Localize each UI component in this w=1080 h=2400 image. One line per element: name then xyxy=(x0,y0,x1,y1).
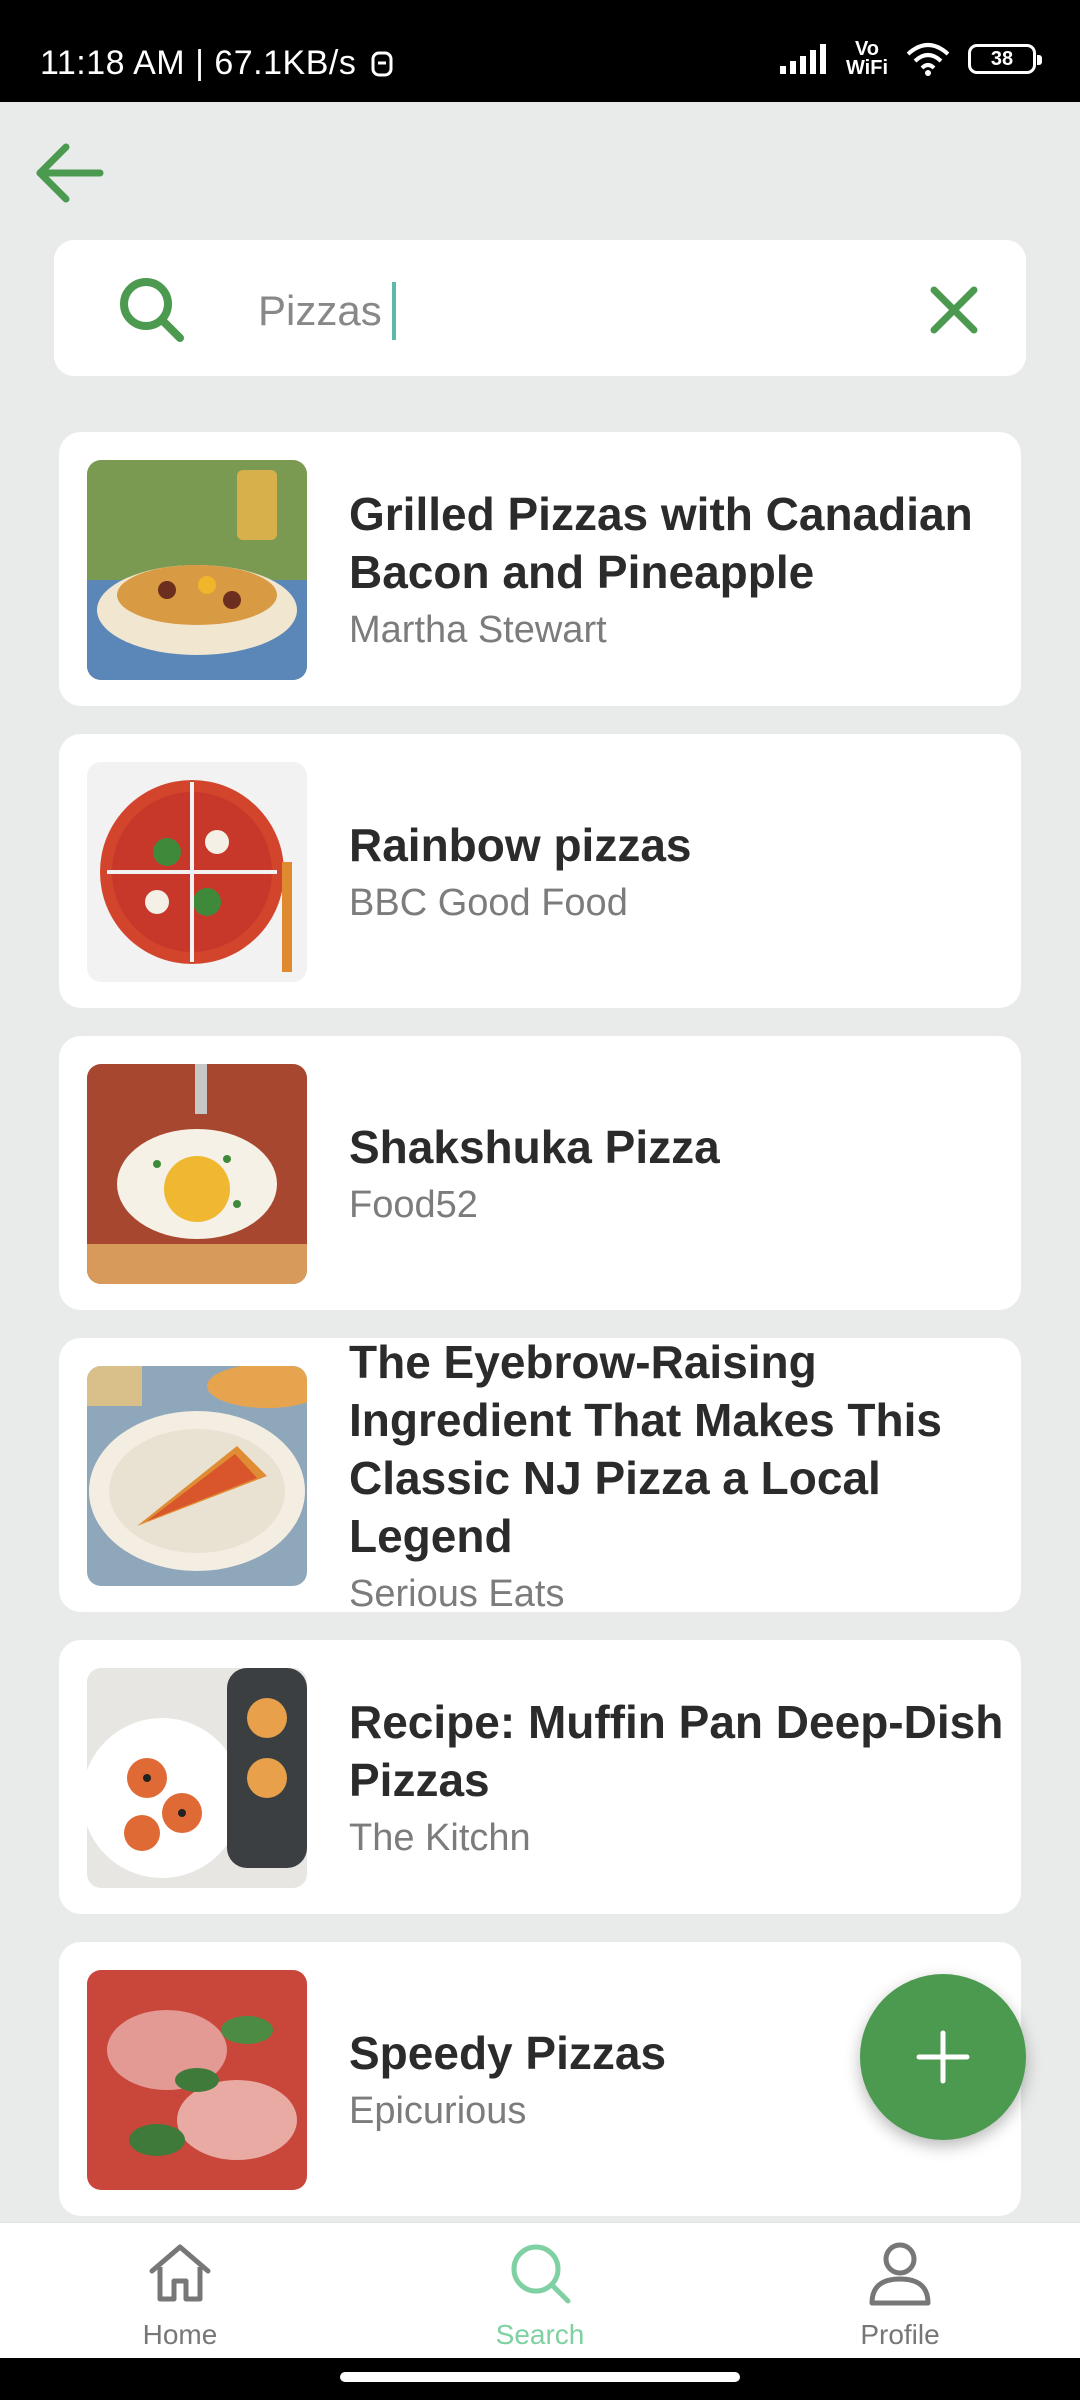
clear-search-button[interactable] xyxy=(924,280,984,340)
vowifi-indicator: Vo WiFi xyxy=(845,38,888,79)
signal-icon xyxy=(779,44,826,74)
result-title: Shakshuka Pizza xyxy=(349,1121,720,1173)
result-title: The Eyebrow-Raising Ingredient That Make… xyxy=(349,1338,942,1562)
nav-profile[interactable]: Profile xyxy=(800,2237,1000,2357)
recipe-thumbnail xyxy=(87,1366,307,1586)
search-input[interactable]: Pizzas xyxy=(258,282,396,340)
status-time-speed: 11:18 AM | 67.1KB/s xyxy=(40,44,357,82)
plus-icon xyxy=(916,2030,970,2084)
search-icon xyxy=(511,2244,571,2304)
nav-search-label: Search xyxy=(495,2319,585,2350)
status-bar: 11:18 AM | 67.1KB/s Vo WiFi 38 xyxy=(0,0,1080,102)
recipe-thumbnail xyxy=(87,762,307,982)
nav-profile-label: Profile xyxy=(860,2319,940,2350)
home-icon xyxy=(149,2244,211,2302)
result-card[interactable]: The Eyebrow-Raising Ingredient That Make… xyxy=(59,1338,1021,1612)
back-button[interactable] xyxy=(32,135,108,211)
recipe-thumbnail xyxy=(87,1970,307,2190)
result-card[interactable]: Rainbow pizzas BBC Good Food xyxy=(59,734,1021,1008)
add-recipe-button[interactable] xyxy=(860,1974,1026,2140)
close-icon xyxy=(930,286,978,334)
result-source: The Kitchn xyxy=(349,1817,531,1859)
search-bar[interactable]: Pizzas xyxy=(54,240,1026,376)
profile-icon xyxy=(869,2242,931,2306)
search-icon xyxy=(120,278,184,342)
recipe-thumbnail xyxy=(87,1668,307,1888)
status-right: Vo WiFi 38 xyxy=(779,38,1042,79)
result-source: Martha Stewart xyxy=(349,609,607,651)
status-left: 11:18 AM | 67.1KB/s xyxy=(40,44,394,83)
nav-home-label: Home xyxy=(142,2319,218,2350)
result-text: Shakshuka Pizza Food52 xyxy=(349,1036,1021,1310)
search-query: Pizzas xyxy=(258,287,382,334)
result-source: Food52 xyxy=(349,1184,478,1226)
nav-search[interactable]: Search xyxy=(440,2237,640,2357)
result-card[interactable]: Shakshuka Pizza Food52 xyxy=(59,1036,1021,1310)
result-source: BBC Good Food xyxy=(349,882,628,924)
home-indicator[interactable] xyxy=(340,2372,740,2382)
result-source: Serious Eats xyxy=(349,1573,565,1612)
text-cursor xyxy=(391,282,396,340)
nav-home[interactable]: Home xyxy=(80,2237,280,2357)
notification-icon xyxy=(371,51,393,76)
result-card[interactable]: Recipe: Muffin Pan Deep-Dish Pizzas The … xyxy=(59,1640,1021,1914)
result-text: The Eyebrow-Raising Ingredient That Make… xyxy=(349,1338,1021,1612)
gesture-area xyxy=(0,2358,1080,2400)
result-title: Recipe: Muffin Pan Deep-Dish Pizzas xyxy=(349,1696,1004,1806)
back-arrow-icon xyxy=(36,143,104,203)
wifi-icon xyxy=(906,43,950,76)
recipe-thumbnail xyxy=(87,1064,307,1284)
result-text: Grilled Pizzas with Canadian Bacon and P… xyxy=(349,432,1021,706)
result-title: Grilled Pizzas with Canadian Bacon and P… xyxy=(349,488,973,598)
result-text: Recipe: Muffin Pan Deep-Dish Pizzas The … xyxy=(349,1640,1021,1914)
battery-icon: 38 xyxy=(968,44,1042,74)
result-text: Rainbow pizzas BBC Good Food xyxy=(349,734,1021,1008)
recipe-thumbnail xyxy=(87,460,307,680)
bottom-navigation: Home Search Profile xyxy=(0,2222,1080,2358)
result-title: Rainbow pizzas xyxy=(349,819,692,871)
result-card[interactable]: Grilled Pizzas with Canadian Bacon and P… xyxy=(59,432,1021,706)
